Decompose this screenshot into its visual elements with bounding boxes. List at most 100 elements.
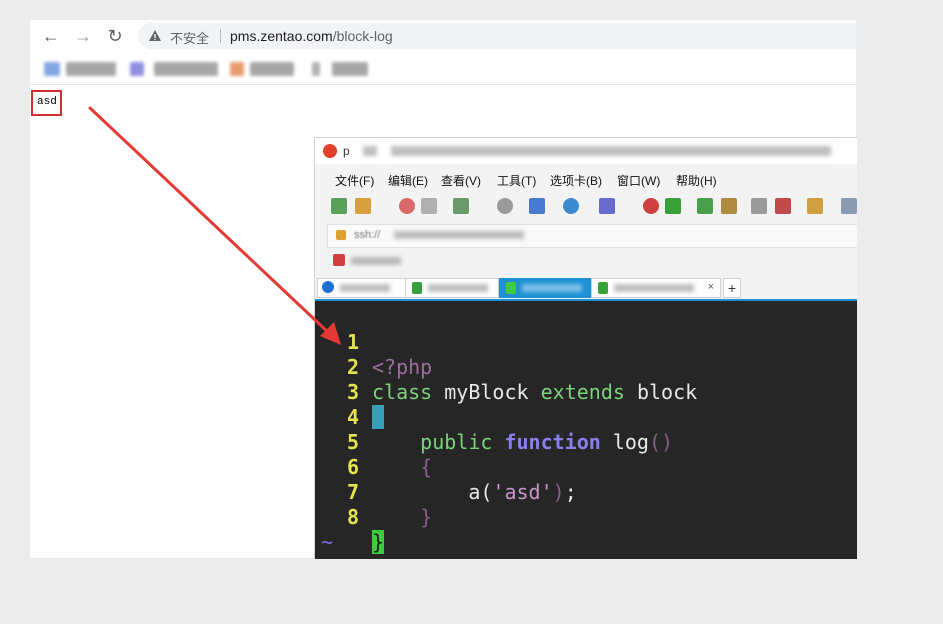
warning-icon [149,30,161,41]
terminal-app-window: p 文件(F) 编辑(E) 查看(V) 工具(T) 选项卡(B) 窗口(W) 帮… [314,137,857,559]
lock-icon[interactable] [721,198,737,214]
blurred-address [394,231,524,239]
reload-button[interactable]: ↻ [104,26,126,46]
code-line: 4 public function log() [315,380,673,454]
session-tab-active[interactable] [499,278,591,298]
keyword-function: function [504,430,601,454]
bookmark-item[interactable] [332,62,368,76]
function-parens: () [648,430,674,454]
security-label[interactable]: 不安全 [170,28,209,47]
separator [220,29,221,43]
menu-window[interactable]: 窗口(W) [617,172,660,189]
session-props-icon[interactable] [453,198,469,214]
bookmark-item[interactable] [250,62,294,76]
semicolon: ; [564,480,577,504]
class-name: myBlock [444,380,529,404]
code-line: 3 { [315,355,387,429]
code-line: 5 { [315,405,432,479]
function-name: log [612,430,649,454]
transfer-icon[interactable] [529,198,545,214]
string-literal: 'asd' [492,480,553,504]
page-output-text: asd [37,96,57,108]
blurred-tab-label [614,284,694,292]
paren-open: ( [480,480,493,504]
back-button[interactable]: ← [40,26,62,46]
menu-edit[interactable]: 编辑(E) [388,172,428,189]
tilde: ~ [321,555,333,559]
blurred-quick-command[interactable] [351,257,401,265]
menu-tabs[interactable]: 选项卡(B) [550,172,602,189]
blurred-tab-label [522,284,582,292]
code-line: 6 a('asd'); [315,430,577,504]
lock-icon [336,230,346,240]
open-folder-icon[interactable] [355,198,371,214]
blurred-tab-label [340,284,390,292]
tab-status-icon [506,282,516,294]
blurred-tab-label [428,284,488,292]
keyboard-icon[interactable] [751,198,767,214]
fullscreen-icon[interactable] [697,198,713,214]
inner-title-bar: p [315,138,857,164]
blurred-title [363,146,377,156]
menu-tools[interactable]: 工具(T) [497,172,536,189]
session-address-bar[interactable]: ssh:// [327,224,857,248]
url-path: /block-log [332,28,393,44]
terminal-editor[interactable]: 1 <?php 2 class myBlock extends block 3 … [315,299,857,559]
page-output-highlight: asd [31,90,62,116]
menu-view[interactable]: 查看(V) [441,172,481,189]
folder-icon[interactable] [807,198,823,214]
code-line: 1 <?php [315,305,432,379]
inner-toolbar [315,194,857,220]
bookmark-icon[interactable] [312,62,320,76]
new-tab-button[interactable]: + [723,278,741,298]
url-text[interactable]: pms.zentao.com/block-log [230,28,393,44]
bookmark-item[interactable] [154,62,218,76]
disconnect-icon[interactable] [399,198,415,214]
parent-class: block [636,380,698,404]
menu-help[interactable]: 帮助(H) [676,172,717,189]
bookmark-icon[interactable] [44,62,60,76]
bookmark-icon[interactable] [130,62,144,76]
inner-menu-bar: 文件(F) 编辑(E) 查看(V) 工具(T) 选项卡(B) 窗口(W) 帮助(… [315,168,857,190]
layout-icon[interactable] [841,198,857,214]
pen-icon[interactable] [775,198,791,214]
inner-title-text: p [343,144,350,158]
blurred-title [391,146,831,156]
keyword-extends: extends [540,380,625,404]
app-logo-icon [323,144,337,158]
empty-line-marker: ~ [315,505,387,554]
bookmark-item[interactable] [66,62,116,76]
keyword-public: public [420,430,493,454]
session-tab[interactable] [405,278,499,298]
xshell-icon[interactable] [643,198,659,214]
url-host: pms.zentao.com [230,28,333,44]
new-session-icon[interactable] [331,198,347,214]
tab-close-icon[interactable]: × [708,281,714,293]
bookmarks-bar [30,54,856,85]
forward-button[interactable]: → [72,26,94,46]
tab-status-icon [598,282,608,294]
empty-line-marker: ~ [315,530,387,559]
menu-file[interactable]: 文件(F) [335,172,374,189]
quick-command-icon[interactable] [333,254,345,266]
link-icon[interactable] [421,198,437,214]
browser-toolbar: ← → ↻ 不安全 pms.zentao.com/block-log [30,20,856,52]
bookmark-icon[interactable] [230,62,244,76]
session-address-text: ssh:// [354,229,381,241]
paren-close: ) [552,480,565,504]
globe-icon[interactable] [563,198,579,214]
code-line: 7 } [315,455,432,529]
font-icon[interactable] [599,198,615,214]
session-tab[interactable] [317,278,407,298]
tab-status-icon [412,282,422,294]
search-icon[interactable] [497,198,513,214]
session-tabs: × + [315,276,857,298]
code-line: 8 } [315,480,387,554]
xftp-icon[interactable] [665,198,681,214]
quick-commands-bar [327,252,527,272]
info-icon [322,281,334,293]
address-bar[interactable]: 不安全 pms.zentao.com/block-log [138,23,856,49]
brace-open: { [420,455,433,479]
code-line: 2 class myBlock extends block [315,330,697,404]
session-tab[interactable]: × [591,278,721,298]
